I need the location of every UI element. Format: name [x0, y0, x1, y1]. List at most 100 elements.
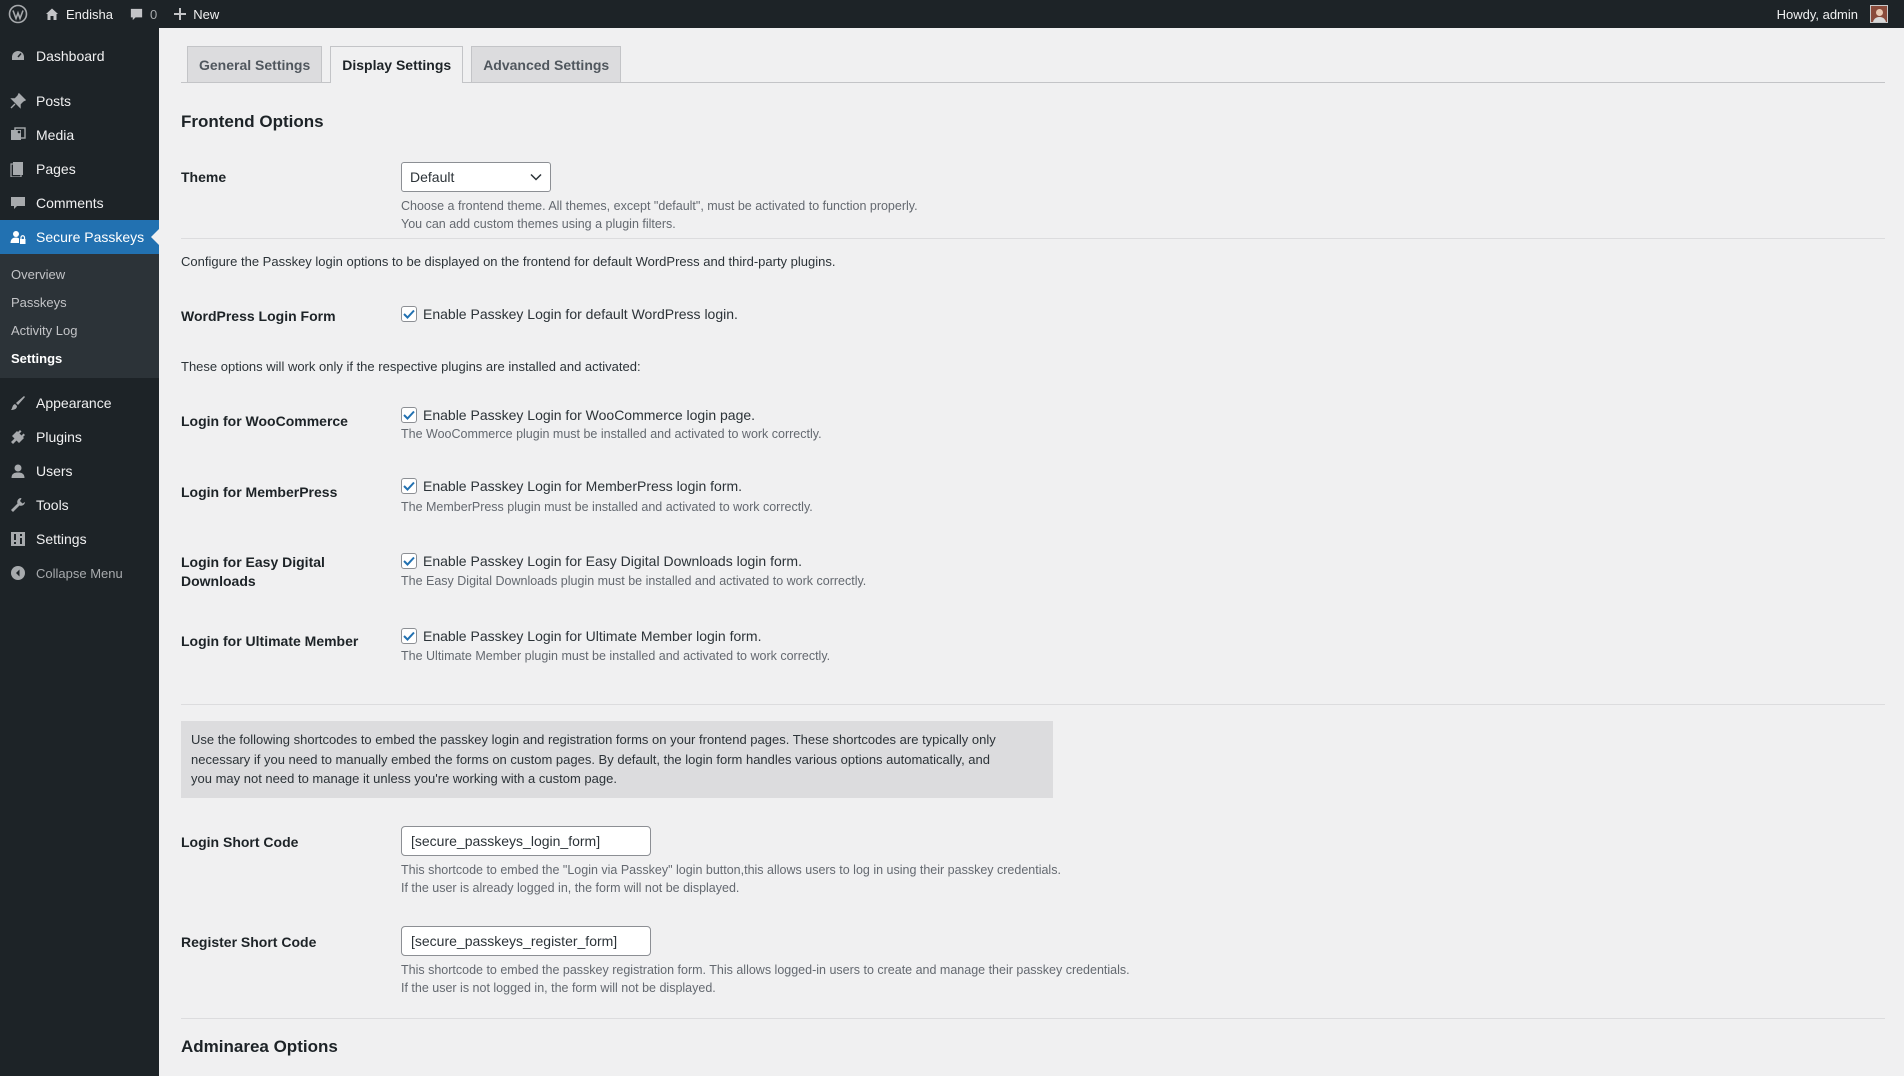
- menu-label: Appearance: [36, 395, 112, 411]
- menu-label: Comments: [36, 195, 104, 211]
- theme-select[interactable]: Default: [401, 162, 551, 192]
- register-shortcode-input[interactable]: [secure_passkeys_register_form]: [401, 926, 651, 956]
- memberpress-description: The MemberPress plugin must be installed…: [401, 500, 813, 514]
- wordpress-icon: [8, 4, 28, 24]
- checkmark-icon: [403, 481, 415, 491]
- tab-general-settings[interactable]: General Settings: [187, 46, 323, 82]
- wp-login-checkbox[interactable]: [401, 306, 417, 322]
- wrench-icon: [10, 497, 26, 513]
- login-shortcode-field: [secure_passkeys_login_form] This shortc…: [401, 826, 1061, 897]
- menu-posts[interactable]: Posts: [0, 84, 159, 118]
- menu-pages[interactable]: Pages: [0, 152, 159, 186]
- ultimate-member-checkbox-label: Enable Passkey Login for Ultimate Member…: [423, 628, 762, 644]
- divider: [181, 238, 1885, 239]
- menu-label: Tools: [36, 497, 69, 513]
- avatar: [1870, 5, 1888, 23]
- wp-login-checkbox-label: Enable Passkey Login for default WordPre…: [423, 306, 738, 322]
- media-icon: [10, 127, 26, 143]
- woocommerce-label: Login for WooCommerce: [181, 413, 348, 429]
- theme-description-1: Choose a frontend theme. All themes, exc…: [401, 199, 918, 213]
- divider: [181, 704, 1885, 705]
- settings-tabs: General Settings Display Settings Advanc…: [181, 28, 1885, 83]
- menu-settings[interactable]: Settings: [0, 522, 159, 556]
- checkmark-icon: [403, 309, 415, 319]
- plugins-note: These options will work only if the resp…: [181, 359, 641, 374]
- collapse-icon: [10, 565, 26, 581]
- submenu-settings[interactable]: Settings: [0, 344, 159, 372]
- theme-field: Default Choose a frontend theme. All the…: [401, 162, 918, 233]
- login-shortcode-input[interactable]: [secure_passkeys_login_form]: [401, 826, 651, 856]
- comment-bubble-icon: [130, 8, 143, 20]
- notice-line-2: necessary if you need to manually embed …: [191, 751, 990, 767]
- plus-icon: [174, 8, 187, 20]
- notice-line-1: Use the following shortcodes to embed th…: [191, 732, 996, 747]
- admin-bar: Endisha 0 New Howdy, admin: [0, 0, 1904, 28]
- edd-label: Login for Easy Digital Downloads: [181, 553, 381, 591]
- edd-checkbox[interactable]: [401, 553, 417, 569]
- user-icon: [10, 463, 26, 479]
- user-lock-icon: [10, 229, 26, 245]
- register-shortcode-description-1: This shortcode to embed the passkey regi…: [401, 963, 1130, 977]
- menu-label: Dashboard: [36, 48, 105, 64]
- site-name: Endisha: [66, 6, 113, 22]
- new-content-link[interactable]: New: [165, 0, 227, 28]
- menu-tools[interactable]: Tools: [0, 488, 159, 522]
- checkmark-icon: [403, 410, 415, 420]
- menu-media[interactable]: Media: [0, 118, 159, 152]
- adminarea-options-heading: Adminarea Options: [181, 1037, 338, 1056]
- dashboard-icon: [10, 48, 26, 64]
- menu-label: Settings: [36, 531, 87, 547]
- memberpress-label: Login for MemberPress: [181, 484, 338, 500]
- brush-icon: [10, 395, 26, 411]
- theme-select-value: Default: [410, 169, 455, 185]
- checkmark-icon: [403, 631, 415, 641]
- home-icon: [46, 8, 58, 20]
- woocommerce-checkbox-label: Enable Passkey Login for WooCommerce log…: [423, 407, 756, 423]
- memberpress-checkbox-label: Enable Passkey Login for MemberPress log…: [423, 478, 743, 494]
- submenu-passkeys[interactable]: Passkeys: [0, 288, 159, 316]
- tab-display-settings[interactable]: Display Settings: [330, 46, 464, 83]
- woocommerce-field: Enable Passkey Login for WooCommerce log…: [401, 407, 822, 443]
- pin-icon: [10, 93, 26, 109]
- menu-label: Plugins: [36, 429, 82, 445]
- wordpress-logo-button[interactable]: [0, 0, 36, 28]
- menu-label: Media: [36, 127, 75, 143]
- ultimate-member-checkbox[interactable]: [401, 628, 417, 644]
- menu-secure-passkeys[interactable]: Secure Passkeys: [0, 220, 159, 254]
- menu-comments[interactable]: Comments: [0, 186, 159, 220]
- tab-advanced-settings[interactable]: Advanced Settings: [471, 46, 622, 82]
- edd-field: Enable Passkey Login for Easy Digital Do…: [401, 553, 866, 590]
- divider: [181, 1018, 1885, 1019]
- frontend-options-heading: Frontend Options: [181, 112, 324, 131]
- submenu-overview[interactable]: Overview: [0, 260, 159, 288]
- comments-link[interactable]: 0: [121, 0, 165, 28]
- menu-label: Posts: [36, 93, 72, 109]
- memberpress-checkbox[interactable]: [401, 478, 417, 494]
- collapse-menu-button[interactable]: Collapse Menu: [0, 556, 159, 590]
- site-name-link[interactable]: Endisha: [36, 0, 121, 28]
- register-shortcode-label: Register Short Code: [181, 934, 317, 950]
- woocommerce-description: The WooCommerce plugin must be installed…: [401, 427, 822, 441]
- submenu-activity-log[interactable]: Activity Log: [0, 316, 159, 344]
- admin-sidebar: Dashboard Posts Media Pages Comments Sec…: [0, 28, 159, 1076]
- comments-count: 0: [149, 6, 158, 22]
- chevron-down-icon: [530, 173, 542, 181]
- comment-icon: [10, 195, 26, 211]
- plug-icon: [10, 429, 26, 445]
- menu-plugins[interactable]: Plugins: [0, 420, 159, 454]
- menu-dashboard[interactable]: Dashboard: [0, 39, 159, 73]
- my-account-link[interactable]: Howdy, admin: [1769, 0, 1896, 28]
- woocommerce-checkbox[interactable]: [401, 407, 417, 423]
- theme-description-2: You can add custom themes using a plugin…: [401, 217, 676, 231]
- register-shortcode-description-2: If the user is not logged in, the form w…: [401, 981, 716, 995]
- register-shortcode-field: [secure_passkeys_register_form] This sho…: [401, 926, 1130, 997]
- menu-label: Pages: [36, 161, 76, 177]
- collapse-label: Collapse Menu: [36, 565, 123, 581]
- menu-appearance[interactable]: Appearance: [0, 386, 159, 420]
- howdy-text: Howdy, admin: [1776, 6, 1858, 22]
- edd-label-line-1: Login for Easy Digital: [181, 554, 325, 570]
- menu-users[interactable]: Users: [0, 454, 159, 488]
- edd-label-line-2: Downloads: [181, 573, 256, 589]
- settings-icon: [10, 531, 26, 547]
- shortcodes-notice: Use the following shortcodes to embed th…: [181, 721, 1053, 798]
